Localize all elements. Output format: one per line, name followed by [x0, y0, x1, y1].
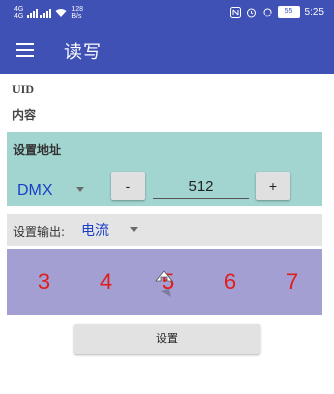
address-minus-button[interactable]: - — [111, 172, 145, 200]
uid-label: UID — [12, 82, 35, 96]
battery-level: 55 — [284, 8, 293, 15]
nfc-icon — [229, 6, 241, 18]
number-picker[interactable]: 3 4 5 6 7 — [7, 249, 322, 315]
sim-icon: 4G 4G — [14, 6, 23, 20]
alarm-icon — [246, 8, 256, 17]
output-label: 设置输出: — [13, 225, 66, 239]
net-speed: 128 B/s — [71, 6, 83, 20]
picker-item[interactable]: 6 — [210, 269, 250, 295]
content-label: 内容 — [12, 108, 37, 122]
hamburger-menu-icon[interactable] — [16, 40, 34, 58]
sim-bottom-label: 4G — [14, 13, 24, 20]
chevron-down-icon — [130, 227, 139, 232]
picker-item-selected[interactable]: 5 — [148, 269, 188, 295]
address-panel: 设置地址 DMX - 512 + — [7, 132, 322, 206]
menu-line — [16, 43, 34, 45]
signal-icon — [27, 9, 52, 18]
picker-item[interactable]: 4 — [86, 269, 126, 295]
address-value-input[interactable]: 512 — [153, 176, 249, 199]
net-speed-unit: B/s — [71, 13, 82, 20]
output-row: 设置输出: 电流 — [7, 214, 322, 246]
page-title: 读写 — [64, 42, 102, 63]
protocol-selected-value: DMX — [17, 182, 53, 199]
menu-line — [16, 49, 34, 51]
status-time: 5:25 — [304, 6, 324, 18]
sim-top-label: 4G — [14, 6, 24, 13]
net-speed-value: 128 — [71, 6, 84, 13]
status-right-group: 55 5:25 — [229, 6, 324, 18]
app-bar: 读写 — [0, 26, 334, 74]
battery-icon: 55 — [277, 6, 300, 18]
protocol-select[interactable]: DMX — [17, 180, 84, 200]
address-plus-button[interactable]: + — [256, 172, 290, 200]
status-left-group: 4G 4G 128 B/s — [14, 6, 83, 20]
sync-icon — [263, 8, 272, 16]
menu-line — [16, 55, 34, 57]
status-bar: 4G 4G 128 B/s 55 5:25 — [0, 0, 334, 26]
picker-item[interactable]: 7 — [272, 269, 312, 295]
output-select[interactable]: 电流 — [81, 220, 139, 240]
chevron-down-icon — [75, 187, 84, 192]
address-title: 设置地址 — [13, 143, 62, 157]
output-selected-value: 电流 — [81, 223, 109, 239]
picker-item[interactable]: 3 — [24, 269, 64, 295]
wifi-icon — [55, 9, 67, 17]
set-button[interactable]: 设置 — [74, 324, 260, 354]
